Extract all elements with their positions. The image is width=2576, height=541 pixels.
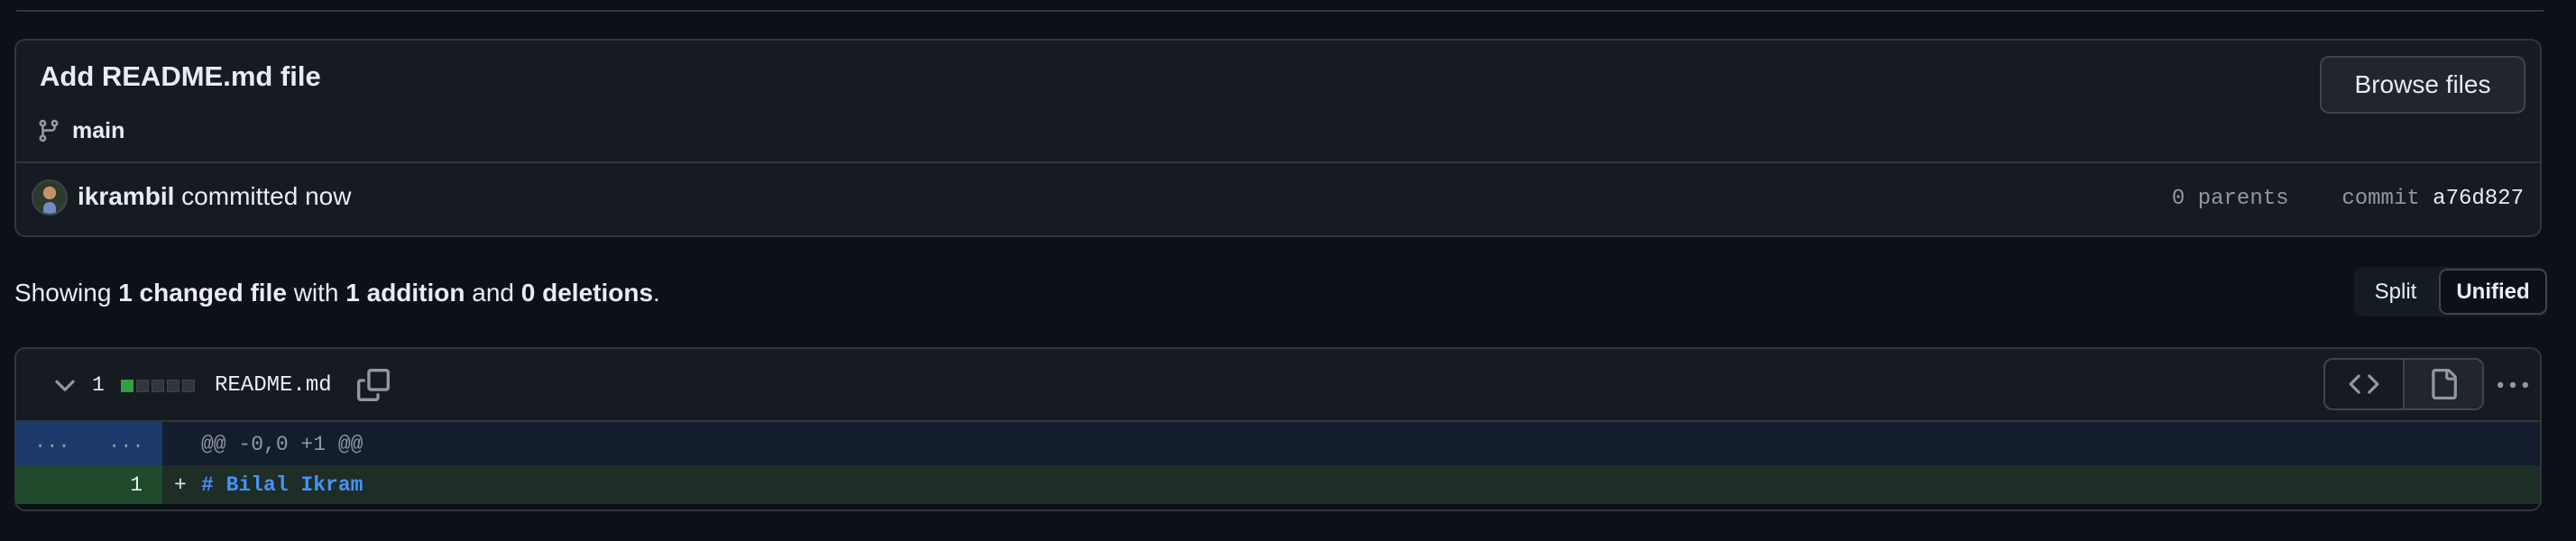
file-view-toggle	[2323, 358, 2484, 410]
right-expand-dots: ...	[108, 431, 144, 454]
diffstat-neutral-block	[152, 380, 164, 392]
branch-name: main	[72, 117, 125, 143]
top-divider	[16, 10, 2544, 12]
file-name[interactable]: README.md	[215, 373, 332, 398]
hunk-header: @@ -0,0 +1 @@	[201, 433, 363, 456]
diffstat-neutral-block	[136, 380, 149, 392]
parents-count: 0 parents	[2171, 187, 2289, 211]
author-line: ikrambil committed now	[78, 182, 351, 211]
addition-marker: +	[174, 473, 187, 497]
unified-view-button[interactable]: Unified	[2439, 269, 2547, 315]
file-diff-box: 1 README.md ... ... @@ -0,0 +1 @@ 1 + # …	[14, 347, 2542, 511]
commit-info: 0 parents commit a76d827	[2172, 187, 2524, 211]
commit-meta-row: ikrambil committed now 0 parents commit …	[16, 163, 2540, 235]
code-icon	[2349, 374, 2379, 394]
commit-page: Add README.md file Browse files main ikr…	[0, 0, 2576, 541]
summary-period: .	[653, 279, 660, 307]
commit-header: Add README.md file Browse files main	[16, 41, 2540, 163]
diff-hunk-row: ... ... @@ -0,0 +1 @@	[16, 422, 2540, 465]
source-diff-button[interactable]	[2325, 360, 2405, 408]
expand-hunk-button[interactable]: ... ...	[16, 422, 162, 465]
commit-label: commit	[2341, 187, 2420, 211]
chevron-down-icon[interactable]	[50, 371, 80, 401]
avatar[interactable]	[32, 179, 68, 215]
diff-view-toggle: Split Unified	[2354, 267, 2547, 316]
more-options-button[interactable]	[2491, 369, 2535, 403]
line-number: 1	[130, 473, 143, 497]
summary-deletions: 0 deletions	[520, 279, 654, 307]
commit-hash[interactable]: a76d827	[2433, 187, 2524, 211]
line-number-gutter[interactable]: 1	[16, 465, 162, 504]
file-icon	[2432, 369, 2457, 399]
diff-line: 1 + # Bilal Ikram	[16, 465, 2540, 504]
browse-files-button[interactable]: Browse files	[2320, 56, 2525, 114]
author-link[interactable]: ikrambil	[78, 182, 174, 210]
summary-changed-files: 1 changed file	[118, 279, 287, 307]
diffstat-blocks	[121, 380, 195, 394]
left-expand-dots: ...	[34, 431, 70, 454]
git-branch-icon	[39, 119, 59, 142]
summary-prefix: Showing	[14, 279, 112, 307]
commit-action-text: committed now	[181, 182, 352, 210]
commit-title: Add README.md file	[40, 60, 321, 92]
code-line: # Bilal Ikram	[201, 473, 363, 497]
commit-summary-box: Add README.md file Browse files main ikr…	[14, 39, 2542, 237]
summary-and: and	[472, 279, 514, 307]
branch-indicator[interactable]: main	[36, 115, 124, 147]
diffstat-neutral-block	[167, 380, 179, 392]
summary-with: with	[293, 279, 339, 307]
diffstat-addition-block	[121, 380, 133, 392]
diffstat-neutral-block	[182, 380, 195, 392]
file-diff-header: 1 README.md	[16, 349, 2540, 422]
kebab-horizontal-icon	[2498, 381, 2528, 389]
changed-files-summary: Showing 1 changed file with 1 addition a…	[14, 279, 660, 307]
split-view-button[interactable]: Split	[2354, 269, 2437, 315]
summary-additions: 1 addition	[345, 279, 465, 307]
file-change-count: 1	[92, 373, 105, 397]
rich-diff-button[interactable]	[2405, 360, 2482, 408]
copy-icon[interactable]	[357, 369, 390, 401]
